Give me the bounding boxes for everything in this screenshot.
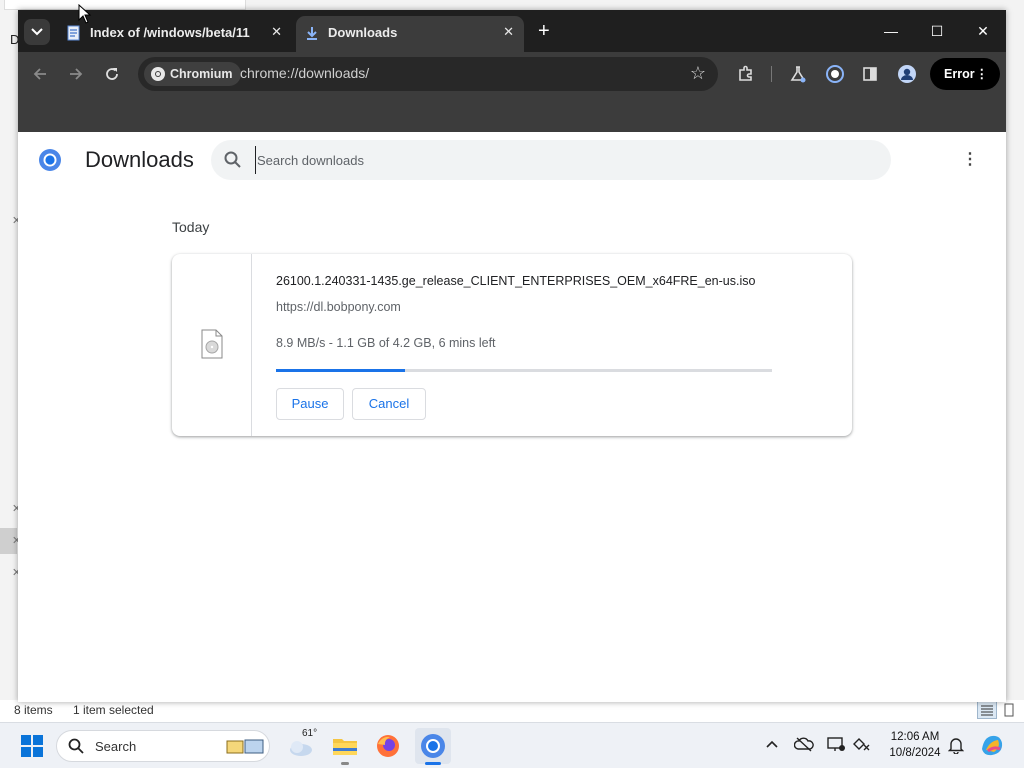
error-label: Error (944, 67, 975, 81)
clock-time: 12:06 AM (890, 731, 940, 743)
taskbar: Search 61° 12:06 AM 10/8/2024 (0, 722, 1024, 768)
tab-search-button[interactable] (24, 19, 50, 45)
search-bar[interactable] (211, 140, 891, 180)
copilot-icon[interactable] (978, 731, 1006, 759)
browser-toolbar: Chromium chrome://downloads/ ☆ Error ⋮ (18, 52, 1006, 96)
source-url[interactable]: https://dl.bobpony.com (276, 300, 401, 314)
tab-close-icon[interactable]: ✕ (503, 24, 514, 40)
details-view-button[interactable] (977, 701, 997, 719)
download-progress-fill (276, 369, 405, 372)
close-window-button[interactable]: ✕ (970, 19, 996, 43)
download-status: 8.9 MB/s - 1.1 GB of 4.2 GB, 6 mins left (276, 336, 496, 350)
tab-title: Index of /windows/beta/11/22 (90, 25, 250, 40)
omnibox[interactable]: Chromium chrome://downloads/ ☆ (138, 57, 718, 91)
file-explorer-icon[interactable] (331, 732, 359, 765)
bookmark-star-icon[interactable]: ☆ (690, 63, 706, 84)
extension-icon[interactable] (823, 62, 847, 86)
toolbar-extension-area (18, 96, 1006, 132)
mouse-cursor-icon (78, 3, 92, 24)
search-icon (223, 150, 243, 170)
notification-bell-icon[interactable] (946, 736, 966, 757)
display-icon[interactable] (826, 736, 846, 755)
maximize-button[interactable]: ☐ (924, 19, 950, 43)
minimize-button[interactable]: — (878, 19, 904, 43)
url-text[interactable]: chrome://downloads/ (240, 65, 369, 81)
show-hidden-icons-icon[interactable] (762, 736, 782, 752)
page-title: Downloads (85, 147, 194, 172)
clock-date: 10/8/2024 (889, 747, 941, 759)
downloads-page: Downloads ⋮ Today 26100.1.240331-1435.ge… (18, 132, 1006, 702)
weather-temperature: 61° (302, 728, 318, 739)
running-indicator (341, 762, 349, 765)
tab-strip: Index of /windows/beta/11/22 ✕ Downloads… (18, 10, 1006, 52)
firefox-icon[interactable] (374, 732, 402, 760)
new-tab-button[interactable]: + (538, 18, 550, 44)
download-progress-bar (276, 369, 772, 372)
chromium-logo-icon (38, 148, 62, 172)
download-icon (304, 25, 320, 41)
tab-index-of-windows[interactable]: Index of /windows/beta/11/22 ✕ (58, 16, 292, 52)
explorer-status-bar: 8 items 1 item selected (0, 700, 1024, 722)
labs-flask-button[interactable] (786, 62, 810, 86)
extensions-button[interactable] (734, 62, 758, 86)
pause-button[interactable]: Pause (276, 388, 344, 420)
cancel-button[interactable]: Cancel (352, 388, 426, 420)
chromium-taskbar-icon[interactable] (415, 728, 451, 765)
forward-button[interactable] (64, 62, 88, 86)
menu-dots-icon: ⋮ (975, 67, 989, 81)
profile-avatar-button[interactable] (895, 62, 919, 86)
tab-title: Downloads (328, 25, 398, 40)
document-icon (66, 25, 82, 41)
network-disconnected-icon[interactable] (852, 736, 872, 755)
search-icon (67, 737, 85, 760)
tiles-view-button[interactable] (1002, 701, 1016, 719)
tab-close-icon[interactable]: ✕ (271, 24, 282, 40)
search-highlight-icon (225, 735, 265, 762)
reload-button[interactable] (100, 62, 124, 86)
start-button[interactable] (18, 732, 46, 760)
back-button[interactable] (28, 62, 52, 86)
error-menu-button[interactable]: Error ⋮ (930, 58, 1000, 90)
background-tab[interactable] (4, 0, 246, 10)
file-icon-column (172, 254, 252, 436)
status-selection: 1 item selected (73, 703, 154, 717)
tab-downloads[interactable]: Downloads ✕ (296, 16, 524, 52)
system-clock[interactable]: 12:06 AM 10/8/2024 (882, 729, 948, 761)
search-input[interactable] (255, 146, 855, 174)
more-actions-icon[interactable]: ⋮ (962, 150, 978, 170)
side-panel-button[interactable] (858, 62, 882, 86)
onedrive-offline-icon[interactable] (793, 736, 814, 755)
site-info-chip[interactable]: Chromium (144, 62, 241, 86)
download-item-card: 26100.1.240331-1435.ge_release_CLIENT_EN… (172, 254, 852, 436)
status-item-count: 8 items (14, 703, 53, 717)
browser-window: Index of /windows/beta/11/22 ✕ Downloads… (18, 10, 1006, 702)
chromium-icon (150, 66, 166, 82)
taskbar-search[interactable]: Search (56, 730, 270, 762)
taskbar-search-label: Search (95, 739, 137, 754)
file-icon (200, 329, 224, 359)
site-chip-label: Chromium (170, 67, 233, 81)
active-indicator (425, 762, 441, 765)
toolbar-divider (771, 66, 772, 82)
file-name-link[interactable]: 26100.1.240331-1435.ge_release_CLIENT_EN… (276, 274, 755, 288)
date-header: Today (172, 219, 210, 235)
